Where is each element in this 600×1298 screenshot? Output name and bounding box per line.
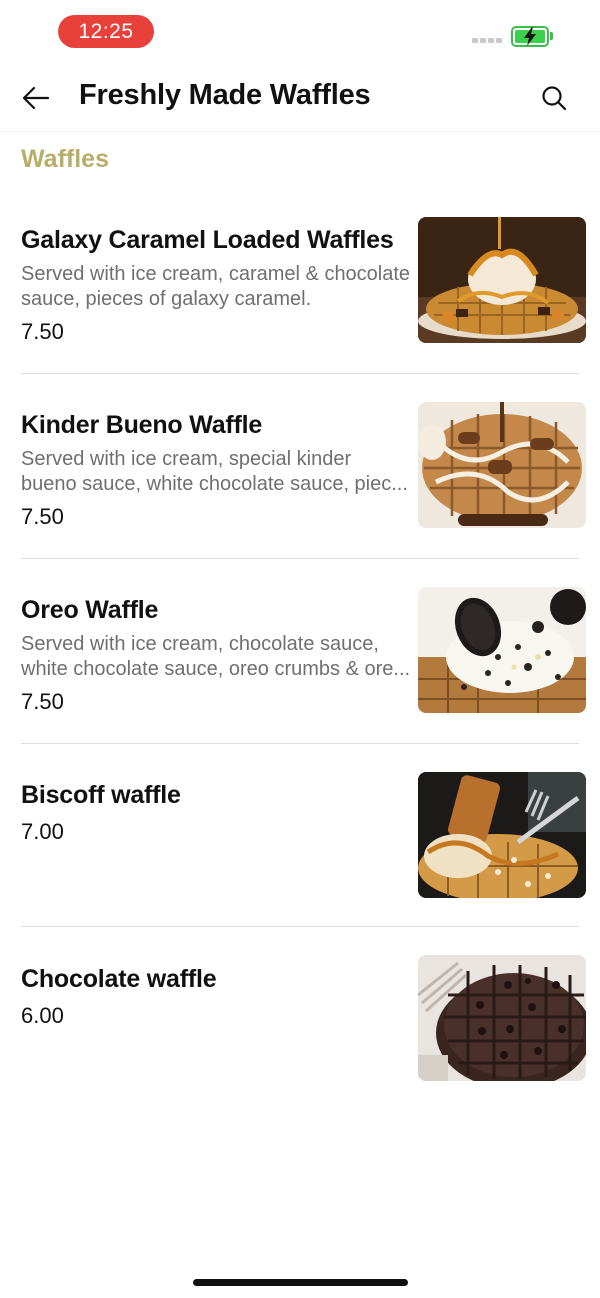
item-description: Served with ice cream, caramel & chocola… — [21, 262, 416, 312]
search-icon — [542, 86, 567, 111]
arrow-left-icon — [22, 86, 50, 110]
item-description-line: Served with ice cream, special kinder — [21, 448, 352, 470]
divider — [21, 558, 579, 559]
item-description: Served with ice cream, special kinder bu… — [21, 447, 416, 497]
divider — [21, 926, 579, 927]
menu-item-kinder-bueno[interactable]: Kinder Bueno Waffle Served with ice crea… — [0, 385, 600, 558]
item-price: 7.00 — [21, 819, 64, 844]
chocolate-waffle-photo — [418, 955, 586, 1081]
signal-icon — [472, 38, 504, 44]
battery-cap — [550, 32, 553, 40]
item-price: 7.50 — [21, 319, 64, 344]
item-name: Biscoff waffle — [21, 781, 181, 809]
menu-item-chocolate[interactable]: Chocolate waffle 6.00 — [0, 938, 600, 1108]
item-price: 7.50 — [21, 504, 64, 529]
item-description-line: sauce, pieces of galaxy caramel. — [21, 288, 312, 310]
menu-item-biscoff[interactable]: Biscoff waffle 7.00 — [0, 755, 600, 925]
item-name: Oreo Waffle — [21, 596, 159, 624]
galaxy-caramel-waffle-photo — [418, 217, 586, 343]
home-indicator[interactable] — [193, 1279, 408, 1286]
item-description: Served with ice cream, chocolate sauce, … — [21, 632, 416, 682]
divider — [21, 373, 579, 374]
menu-item-oreo[interactable]: Oreo Waffle Served with ice cream, choco… — [0, 570, 600, 743]
oreo-waffle-photo — [418, 587, 586, 713]
page-title: Freshly Made Waffles — [79, 79, 371, 111]
menu-item-galaxy-caramel[interactable]: Galaxy Caramel Loaded Waffles Served wit… — [0, 200, 600, 373]
biscoff-waffle-photo — [418, 772, 586, 898]
search-button[interactable] — [536, 80, 572, 116]
status-time: 12:25 — [58, 15, 154, 48]
item-description-line: Served with ice cream, chocolate sauce, — [21, 633, 379, 655]
item-description-line: bueno sauce, white chocolate sauce, piec… — [21, 473, 408, 495]
item-name: Chocolate waffle — [21, 965, 217, 993]
kinder-bueno-waffle-photo — [418, 402, 586, 528]
app-header: Freshly Made Waffles — [0, 62, 600, 132]
item-price: 6.00 — [21, 1003, 64, 1028]
battery-icon — [511, 26, 549, 47]
back-button[interactable] — [18, 80, 54, 116]
item-name: Galaxy Caramel Loaded Waffles — [21, 226, 394, 254]
item-name: Kinder Bueno Waffle — [21, 411, 263, 439]
item-description-line: white chocolate sauce, oreo crumbs & ore… — [21, 658, 411, 680]
status-bar: 12:25 — [0, 0, 600, 62]
section-title: Waffles — [21, 145, 109, 173]
item-price: 7.50 — [21, 689, 64, 714]
divider — [21, 743, 579, 744]
item-description-line: Served with ice cream, caramel & chocola… — [21, 263, 411, 285]
